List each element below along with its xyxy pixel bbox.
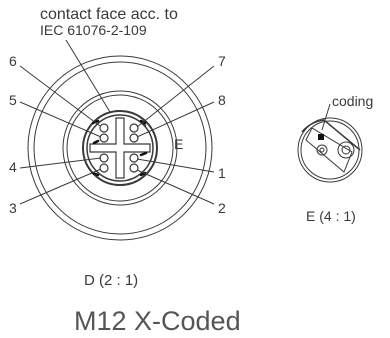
detail-contact-small-inner: [319, 147, 325, 153]
cross-shield: [89, 117, 151, 179]
pin-label-8: 8: [218, 92, 226, 108]
detail-insert-arc: [301, 119, 361, 151]
product-name: M12 X-Coded: [74, 306, 241, 336]
detail-circle: [297, 117, 363, 183]
detail-marker-label: E: [174, 136, 184, 152]
contact-6: [99, 123, 109, 133]
leader-6: [19, 65, 101, 127]
coding-leader: [321, 103, 331, 131]
heading-line-2: IEC 61076-2-109: [40, 22, 147, 38]
detail-view-caption: E (4 : 1): [306, 208, 356, 224]
pin-label-4: 4: [9, 159, 17, 175]
main-view-caption: D (2 : 1): [84, 272, 139, 289]
contact-7: [129, 123, 139, 133]
pin-label-1: 1: [218, 165, 226, 181]
detail-insert-edge: [305, 127, 353, 173]
contact-2: [129, 163, 139, 173]
contact-5: [99, 133, 109, 143]
coding-label: coding: [332, 93, 374, 109]
leader-2: [136, 169, 215, 205]
leader-8: [136, 101, 215, 138]
outer-housing-ring: [27, 55, 213, 241]
connector-drawing: [19, 39, 363, 241]
pin-label-2: 2: [218, 200, 226, 216]
contact-1: [129, 153, 139, 163]
contact-8: [129, 133, 139, 143]
coupling-ring: [62, 90, 178, 206]
pin-label-7: 7: [218, 53, 226, 69]
contact-3: [99, 163, 109, 173]
coding-key-mark: [318, 134, 324, 140]
pin-label-5: 5: [9, 92, 17, 108]
contact-4: [99, 153, 109, 163]
pin-label-6: 6: [9, 53, 17, 69]
detail-contact-large: [337, 141, 355, 159]
pin-label-3: 3: [9, 200, 17, 216]
